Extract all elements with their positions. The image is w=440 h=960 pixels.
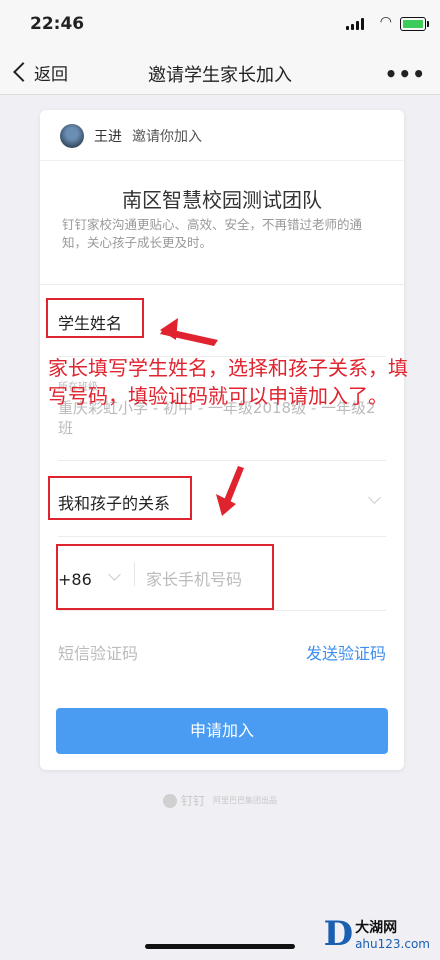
annotation-arrows	[160, 318, 244, 516]
footer-brand-name: 钉钉	[180, 794, 205, 808]
watermark: D 大湖网 ahu123.com	[324, 914, 430, 954]
watermark-name: 大湖网	[355, 920, 398, 936]
dingtalk-logo-icon	[162, 793, 177, 808]
footer-subtitle: 阿里巴巴集团出品	[213, 796, 277, 805]
footer-brand: 钉钉 阿里巴巴集团出品	[0, 792, 440, 809]
watermark-logo: D	[323, 914, 354, 954]
watermark-url: ahu123.com	[355, 937, 430, 951]
arrow-icon	[160, 318, 178, 340]
annotation-text: 家长填写学生姓名，选择和孩子关系，填写号码，填验证码就可以申请加入了。	[48, 356, 408, 408]
home-indicator[interactable]	[145, 944, 295, 949]
